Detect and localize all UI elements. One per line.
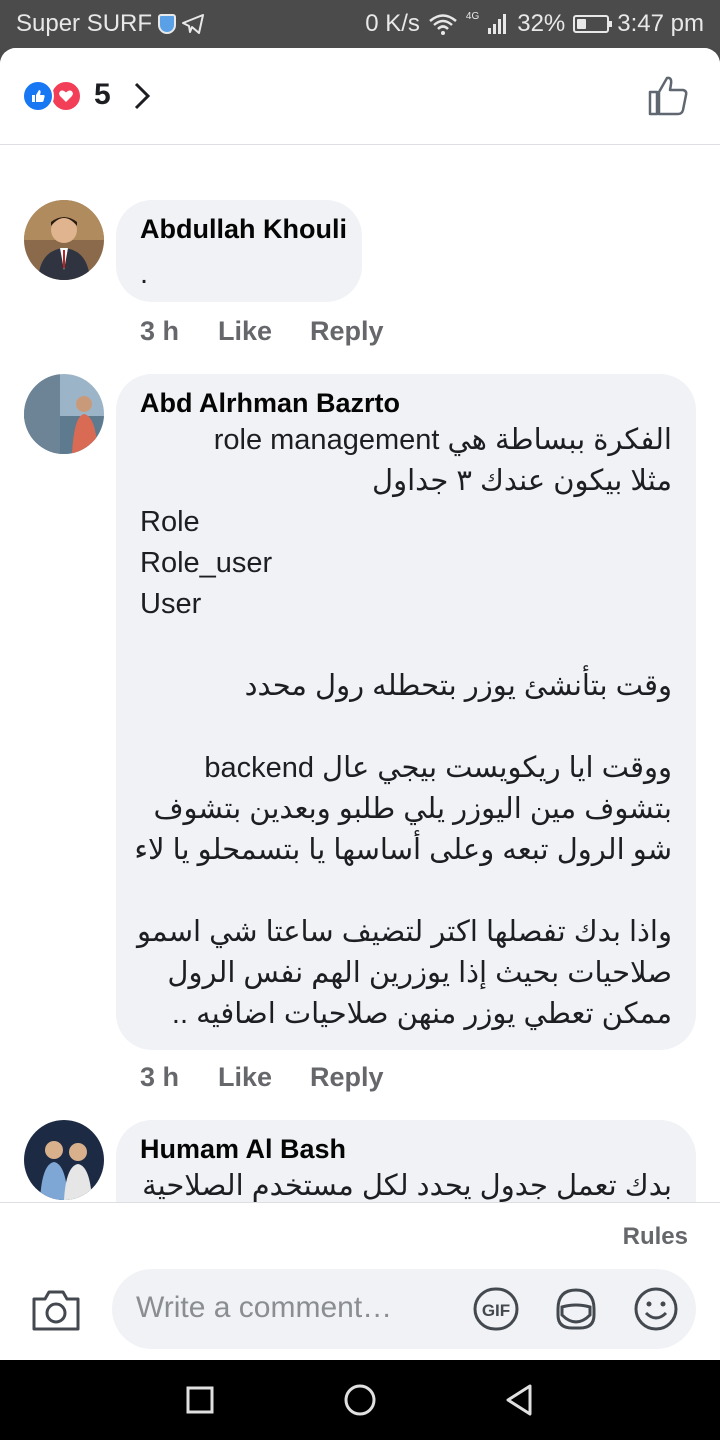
comment-actions: 3 h Like Reply [140, 1062, 384, 1093]
comment-line: صلاحيات بحيث إذا يوزرين الهم نفس الرول [167, 957, 672, 989]
comment-line: بدك تعمل جدول يحدد لكل مستخدم الصلاحية [142, 1170, 672, 1202]
gif-label: GIF [482, 1301, 510, 1320]
comment-author[interactable]: Humam Al Bash [140, 1134, 346, 1165]
camera-icon[interactable] [30, 1287, 82, 1333]
chevron-right-icon[interactable] [130, 78, 154, 114]
comment-line: بتشوف مين اليوزر يلي طلبو وبعدين بتشوف [153, 793, 672, 825]
status-right: 0 K/s 4G 32% 3:47 pm [365, 10, 704, 38]
system-nav-bar [0, 1360, 720, 1440]
reaction-icons[interactable] [22, 80, 86, 112]
comment-line [140, 625, 672, 666]
comment-line: User [140, 588, 202, 620]
signal-icon [488, 14, 507, 34]
comment-line: Role_user [140, 547, 273, 579]
comment-bubble[interactable]: Abd Alrhman Bazrto الفكرة ببساطة هي role… [116, 374, 696, 1050]
comment-body: بدك تعمل جدول يحدد لكل مستخدم الصلاحية [140, 1166, 672, 1207]
telegram-icon [182, 14, 205, 34]
comment-placeholder: Write a comment… [136, 1291, 393, 1324]
thumbs-up-icon[interactable] [646, 74, 690, 118]
home-icon[interactable] [340, 1380, 380, 1420]
comment-line: شو الرول تبعه وعلى أساسها يا بتسمحلو يا … [134, 834, 672, 866]
like-button[interactable]: Like [218, 316, 310, 347]
comment-line: مثلا بيكون عندك ٣ جداول [372, 465, 672, 497]
comment-line: . [140, 258, 149, 290]
comment-line [140, 707, 672, 748]
battery-percent: 32% [517, 10, 566, 37]
vpn-shield-icon [158, 14, 177, 34]
like-reaction-icon [22, 80, 54, 112]
comment-line: واذا بدك تفصلها اكتر لتضيف ساعتا شي اسمو [136, 916, 672, 948]
comment-line: Role [140, 506, 200, 538]
status-bar: Super SURF 0 K/s 4G 32% 3:47 pm [0, 0, 720, 48]
avatar[interactable] [24, 374, 104, 454]
comment-input[interactable]: Write a comment… GIF [112, 1269, 696, 1349]
network-type: 4G [465, 10, 480, 22]
comment-line: وقت بتأنشئ يوزر بتحطله رول محدد [244, 670, 672, 702]
comment-author[interactable]: Abd Alrhman Bazrto [140, 388, 400, 419]
comment-line: ممكن تعطي يوزر منهن صلاحيات اضافيه .. [171, 998, 672, 1030]
rules-link[interactable]: Rules [623, 1223, 688, 1251]
reaction-count[interactable]: 5 [94, 78, 111, 112]
comment-item: Abd Alrhman Bazrto الفكرة ببساطة هي role… [0, 374, 720, 1114]
clock: 3:47 pm [617, 10, 704, 37]
comment-body: الفكرة ببساطة هي role management مثلا بي… [134, 420, 672, 1035]
comment-body: . [140, 254, 338, 295]
comment-line: ووقت ايا ريكويست بيجي عال backend [204, 752, 672, 784]
gif-icon[interactable]: GIF [472, 1285, 520, 1333]
emoji-icon[interactable] [632, 1285, 680, 1333]
carrier-name: Super SURF [16, 10, 153, 37]
avatar[interactable] [24, 200, 104, 280]
reply-button[interactable]: Reply [310, 316, 384, 347]
recent-apps-icon[interactable] [180, 1380, 220, 1420]
status-left: Super SURF [16, 10, 205, 38]
comment-author[interactable]: Abdullah Khouli [140, 214, 347, 245]
reactions-header: 5 [0, 48, 720, 145]
comments-sheet: 5 All comments ▾ Abdullah Khouli . [0, 48, 720, 1360]
comment-composer: Rules Write a comment… GIF [0, 1202, 720, 1360]
comment-item: Abdullah Khouli . 3 h Like Reply [0, 200, 720, 360]
comment-line [140, 871, 672, 912]
comment-time[interactable]: 3 h [140, 1062, 218, 1093]
battery-icon [573, 15, 613, 33]
network-speed: 0 K/s [365, 10, 420, 37]
wifi-icon [429, 14, 457, 35]
comment-bubble[interactable]: Abdullah Khouli . [116, 200, 362, 302]
comment-actions: 3 h Like Reply [140, 316, 384, 347]
sticker-icon[interactable] [552, 1285, 600, 1333]
avatar[interactable] [24, 1120, 104, 1200]
comment-time[interactable]: 3 h [140, 316, 218, 347]
comment-line: الفكرة ببساطة هي role management [213, 424, 672, 456]
love-reaction-icon [50, 80, 82, 112]
reply-button[interactable]: Reply [310, 1062, 384, 1093]
like-button[interactable]: Like [218, 1062, 310, 1093]
back-icon[interactable] [500, 1380, 540, 1420]
